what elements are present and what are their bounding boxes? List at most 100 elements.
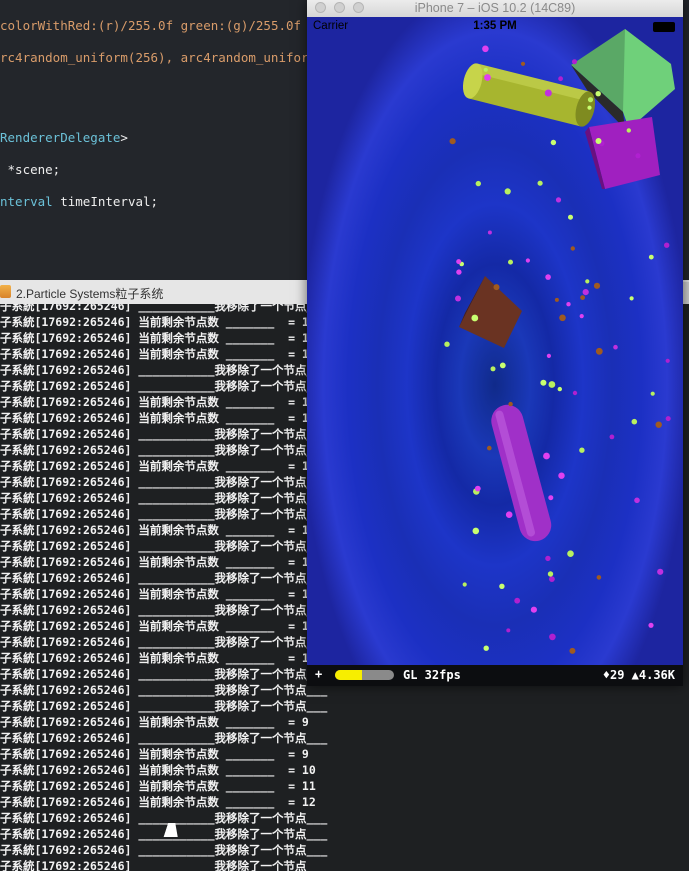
log-line: 子系統[17692:265246] 当前剩余节点数 _______ = 12 — [0, 795, 316, 809]
particle — [582, 289, 589, 296]
particle — [570, 246, 575, 251]
particle — [631, 418, 638, 425]
code-line: nterval timeInterval; — [0, 194, 158, 209]
particle — [550, 139, 557, 146]
particle — [580, 295, 585, 300]
particle — [545, 555, 551, 562]
particle — [567, 550, 574, 557]
code-token: 255.0f — [127, 18, 174, 33]
particle — [544, 89, 552, 97]
pyramid — [459, 276, 522, 348]
particle — [545, 274, 551, 280]
particle — [657, 568, 664, 575]
log-line: 子系統[17692:265246] ___________我移除了一个节点___ — [0, 603, 328, 617]
particle — [587, 105, 592, 110]
log-line: 子系統[17692:265246] 当前剩余节点数 _______ = 11 — [0, 779, 316, 793]
particle — [579, 447, 585, 453]
scenekit-statistics-bar[interactable]: + GL 32fps ♦29 ▲4.36K — [307, 665, 683, 686]
particle — [595, 347, 603, 355]
particle — [569, 647, 576, 654]
particle — [664, 242, 670, 248]
particle — [504, 188, 511, 195]
log-line: 子系統[17692:265246] 当前剩余节点数 _______ = 13 — [0, 459, 316, 473]
particle — [648, 254, 654, 260]
particle — [493, 284, 500, 291]
particle — [613, 344, 618, 350]
particle — [596, 575, 602, 580]
particle — [585, 279, 590, 284]
particle — [508, 259, 513, 265]
log-line: 子系統[17692:265246] ___________我移除了一个节点___ — [0, 491, 328, 505]
log-line: 子系統[17692:265246] ___________我移除了一个节点___ — [0, 443, 328, 457]
particle — [456, 269, 462, 275]
code-line: *scene; — [0, 162, 61, 177]
log-line: 子系統[17692:265246] 当前剩余节点数 _______ = 9 — [0, 715, 309, 729]
log-line: 子系統[17692:265246] ___________我移除了一个节点___ — [0, 539, 328, 553]
particle — [629, 296, 634, 301]
particle — [595, 138, 602, 144]
particle — [572, 390, 578, 396]
particle — [665, 358, 670, 363]
particle — [587, 97, 594, 103]
scenekit-view[interactable]: Carrier 1:35 PM + GL 32fps ♦29 ▲4.36K — [307, 17, 683, 686]
log-line: 子系統[17692:265246] 当前剩余节点数 _______ = 13 — [0, 331, 316, 345]
log-line: 子系統[17692:265246] ___________我移除了一个节点___ — [0, 507, 328, 521]
code-line: RendererDelegate> — [0, 130, 128, 145]
code-token: timeInterval; — [52, 194, 159, 209]
particle — [579, 314, 584, 319]
node-count-label: ♦29 ▲4.36K — [602, 668, 675, 682]
particle — [471, 314, 479, 322]
particle — [456, 259, 462, 265]
code-token: rc4random_uniform(256), arc4random_unifo… — [0, 50, 347, 65]
particle — [558, 472, 565, 479]
log-line: 子系統[17692:265246] ___________我移除了一个节点___ — [0, 304, 328, 313]
particle — [483, 67, 488, 72]
simulator-titlebar[interactable]: iPhone 7 – iOS 10.2 (14C89) — [307, 0, 683, 17]
log-line: 子系統[17692:265246] 当前剩余节点数 _______ = 9 — [0, 747, 309, 761]
particle — [555, 197, 562, 203]
log-line: 子系統[17692:265246] ___________我移除了一个节点___ — [0, 667, 328, 681]
particle — [505, 511, 513, 518]
log-line: 子系統[17692:265246] 当前剩余节点数 _______ = 11 — [0, 651, 316, 665]
log-line: 子系統[17692:265246] ___________我移除了一个节点___ — [0, 475, 328, 489]
log-line: 子系統[17692:265246] 当前剩余节点数 _______ = 14 — [0, 411, 316, 425]
console-window-title: 2.Particle Systems粒子系统 — [16, 287, 164, 301]
code-line: rc4random_uniform(256), arc4random_unifo… — [0, 50, 346, 65]
particle — [530, 606, 537, 613]
particle — [506, 628, 511, 633]
code-token: nterval — [0, 194, 53, 209]
particle — [455, 295, 461, 302]
particle — [549, 576, 555, 582]
log-line: 子系統[17692:265246] ___________我移除了一个节点___ — [0, 811, 328, 825]
code-token: green:(g)/ — [173, 18, 256, 33]
stats-expand-button[interactable]: + — [315, 667, 322, 681]
particle — [558, 76, 563, 82]
log-line: 子系統[17692:265246] 当前剩余节点数 _______ = 10 — [0, 763, 316, 777]
code-token: RendererDelegate — [0, 130, 121, 145]
particle — [548, 495, 554, 501]
simulator-title: iPhone 7 – iOS 10.2 (14C89) — [414, 1, 576, 15]
log-line: 子系統[17692:265246] 当前剩余节点数 _______ = 14 — [0, 347, 316, 361]
log-line: 子系統[17692:265246] ___________我移除了一个节点___ — [0, 859, 328, 871]
simulator-window[interactable]: iPhone 7 – iOS 10.2 (14C89) Carrier 1:35… — [307, 0, 683, 686]
particle — [546, 353, 551, 358]
particle — [593, 282, 601, 289]
particle — [499, 583, 505, 589]
particle — [566, 302, 571, 307]
particle — [444, 341, 450, 347]
particle — [525, 258, 530, 263]
particle — [540, 379, 547, 386]
particle — [472, 527, 480, 535]
code-token: colorWithRed:(r)/ — [0, 18, 128, 33]
log-line: 子系統[17692:265246] 当前剩余节点数 _______ = 11 — [0, 523, 316, 537]
particle — [508, 401, 513, 407]
particle — [449, 138, 456, 145]
particle — [543, 452, 550, 460]
status-time: 1:35 PM — [473, 20, 517, 32]
particle — [655, 421, 662, 428]
particle — [548, 381, 556, 388]
particle — [549, 633, 556, 641]
code-token: 255.0f — [255, 18, 302, 33]
log-line: 子系統[17692:265246] ___________我移除了一个节点___ — [0, 683, 328, 697]
log-line: 子系統[17692:265246] ___________我移除了一个节点___ — [0, 731, 328, 745]
